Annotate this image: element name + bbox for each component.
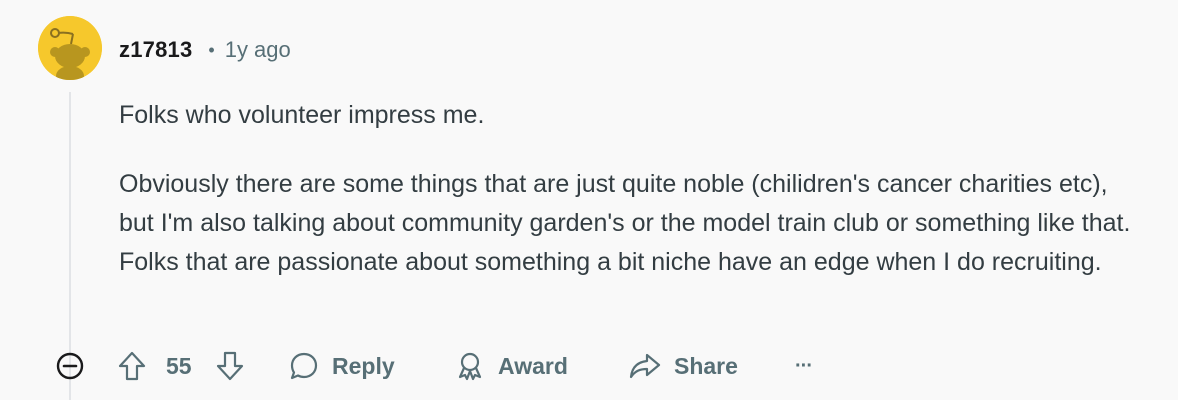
award-button[interactable]: Award bbox=[454, 344, 568, 388]
downvote-button[interactable] bbox=[215, 344, 245, 388]
meta-separator: • bbox=[208, 39, 215, 60]
snoo-avatar-icon bbox=[38, 16, 102, 80]
award-ribbon-icon bbox=[458, 352, 482, 381]
share-arrow-icon bbox=[629, 353, 661, 379]
reply-button[interactable]: Reply bbox=[288, 344, 395, 388]
arrow-up-icon bbox=[118, 351, 146, 381]
more-options-button[interactable]: ··· bbox=[795, 344, 813, 388]
comment-paragraph: Obviously there are some things that are… bbox=[119, 170, 1131, 276]
award-label: Award bbox=[498, 352, 568, 379]
timestamp[interactable]: 1y ago bbox=[225, 37, 291, 63]
arrow-down-icon bbox=[216, 351, 244, 381]
more-options-icon: ··· bbox=[795, 354, 813, 377]
minus-circle-icon bbox=[56, 352, 84, 380]
reply-label: Reply bbox=[332, 352, 395, 379]
upvote-button[interactable] bbox=[117, 344, 147, 388]
username[interactable]: z17813 bbox=[119, 37, 192, 63]
share-label: Share bbox=[674, 352, 738, 379]
user-avatar[interactable] bbox=[38, 16, 102, 80]
comment-body: Folks who volunteer impress me. Obviousl… bbox=[119, 96, 1139, 312]
comment-action-bar: 55 Reply Award Share ··· bbox=[0, 344, 1178, 388]
comment-paragraph: Folks who volunteer impress me. bbox=[119, 101, 485, 129]
vote-score: 55 bbox=[166, 352, 192, 379]
collapse-button[interactable] bbox=[55, 344, 85, 388]
share-button[interactable]: Share bbox=[628, 344, 738, 388]
speech-bubble-icon bbox=[290, 352, 318, 380]
comment-meta: z17813 • 1y ago bbox=[119, 36, 291, 64]
